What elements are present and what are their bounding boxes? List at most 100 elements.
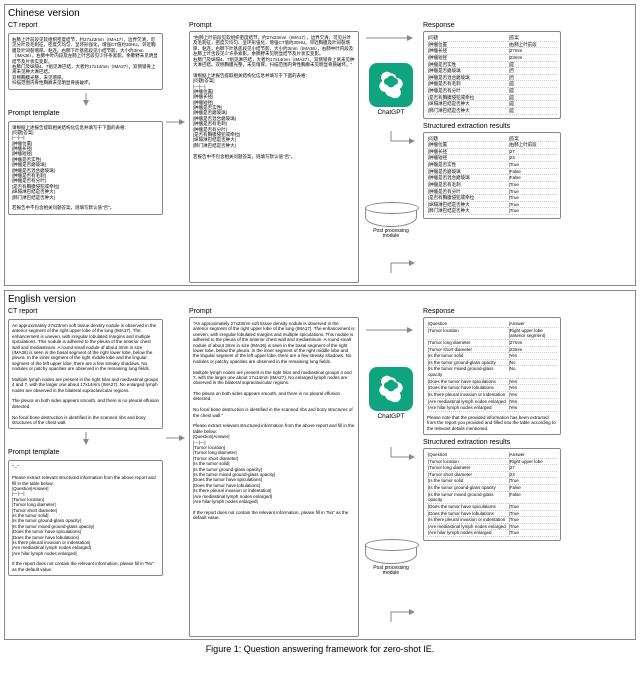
prompt-label: Prompt (189, 308, 359, 315)
table-cell: |肿瘤是否有分叶 (427, 88, 508, 95)
table-cell: |True (508, 504, 557, 511)
prompt-text: "An approximately 27x23mm soft tissue de… (193, 321, 355, 520)
table-row: |Does the tumor have spiculations|True (427, 504, 557, 511)
table-cell: |Right upper lobe (anterior segment) (508, 328, 557, 340)
table-row: |Is there pleural invasion or indentatio… (427, 392, 557, 399)
table-cell: |Is there pleural invasion or indentatio… (427, 517, 508, 524)
table-row: |Is the tumor solid|True (427, 478, 557, 485)
response-box-cn: |问题|答案|肿瘤位置|右肺上叶前段|肿瘤长径|27mm|肿瘤短径|23mm|肿… (423, 31, 561, 119)
arrow-down-icon (8, 432, 163, 446)
table-cell: |Are mediastinal lymph nodes enlarged (427, 524, 508, 531)
table-row: |Tumor long diameter|27mm (427, 340, 557, 347)
table-cell: |True (508, 530, 557, 537)
table-row: |肺门淋巴结是否肿大|True (427, 208, 557, 215)
table-cell: |True (508, 202, 557, 209)
table-row: |问题|答案 (427, 35, 557, 42)
table-cell: |Does the tumor have spiculations (427, 379, 508, 386)
table-row: |Tumor location|Right upper lobe (427, 459, 557, 466)
prompt-template-box-en: "..." Please extract relevant structured… (8, 460, 163, 576)
table-row: |肿瘤是否实性|True (427, 162, 557, 169)
table-cell: |False (508, 485, 557, 492)
table-cell: |Answer (508, 321, 557, 328)
table-row: |肿瘤是否有毛刺|True (427, 182, 557, 189)
table-cell: |是 (508, 88, 557, 95)
table-cell: |True (508, 511, 557, 518)
table-cell: |True (508, 162, 557, 169)
table-cell: |Tumor long diameter (427, 340, 508, 347)
table-row: |Is the tumor solid|Yes (427, 353, 557, 360)
connector (166, 22, 186, 283)
postproc-icon (365, 207, 417, 227)
table-cell: |肿瘤是否实性 (427, 162, 508, 169)
table-cell: |右肺上叶前段 (508, 142, 557, 149)
table-cell: |Yes (508, 379, 557, 386)
table-cell: |肿瘤短径 (427, 155, 508, 162)
connector (166, 308, 186, 637)
table-cell: |肿瘤位置 (427, 142, 508, 149)
table-cell: |Yes (508, 385, 557, 392)
table-row: |肿瘤位置|右肺上叶前段 (427, 142, 557, 149)
table-row: |Is the tumor ground-glass opacity|No (427, 360, 557, 367)
response-box-en: |Question|Answer|Tumor location|Right up… (423, 317, 561, 435)
table-cell: |True (508, 195, 557, 202)
table-cell: |Are hilar lymph nodes enlarged (427, 405, 508, 412)
table-cell: |否 (508, 68, 557, 75)
ct-report-box-cn: 右肺上叶前段见软组织密度结节，约27x23mm（IMA17），边界欠清，可见分叶… (8, 33, 163, 90)
structured-label: Structured extraction results (423, 123, 561, 130)
table-cell: |False (508, 492, 557, 504)
table-row: |肿瘤是否有分叶|是 (427, 88, 557, 95)
response-note: Please note that the provided informatio… (427, 415, 557, 431)
table-cell: |Tumor long diameter (427, 465, 508, 472)
table-cell: |Are mediastinal lymph nodes enlarged (427, 399, 508, 406)
table-cell: |False (508, 175, 557, 182)
table-cell: |Answer (508, 452, 557, 459)
table-cell: |肺门淋巴结是否肿大 (427, 108, 508, 115)
ct-report-text: 右肺上叶前段见软组织密度结节，约27x23mm（IMA17），边界欠清，可见分叶… (12, 37, 159, 86)
ct-report-label: CT report (8, 22, 163, 29)
table-cell: |True (508, 524, 557, 531)
table-cell: |Tumor short diameter (427, 347, 508, 354)
table-cell: |True (508, 189, 557, 196)
flow-column: ChatGPT Post processing module (362, 22, 420, 283)
table-cell: |Is the tumor mixed ground-glass opacity (427, 492, 508, 504)
table-cell: |肿瘤长径 (427, 48, 508, 55)
table-cell: |Is the tumor solid (427, 353, 508, 360)
table-cell: |True (508, 517, 557, 524)
table-cell: |Is there pleural invasion or indentatio… (427, 392, 508, 399)
table-cell: |肿瘤短径 (427, 55, 508, 62)
table-row: |Is there pleural invasion or indentatio… (427, 517, 557, 524)
flow-column: ChatGPT Post processing module (362, 308, 420, 637)
table-row: |肿瘤短径|23mm (427, 55, 557, 62)
table-row: |是否有胸膜侵犯或牵拉|True (427, 195, 557, 202)
prompt-template-label: Prompt template (8, 110, 163, 117)
table-cell: |True (508, 182, 557, 189)
table-row: |Is the tumor mixed ground-glass opacity… (427, 492, 557, 504)
table-row: |肿瘤是否磨玻璃|否 (427, 68, 557, 75)
table-cell: |Yes (508, 353, 557, 360)
table-cell: |Right upper lobe (508, 459, 557, 466)
table-cell: |纵隔淋巴结是否肿大 (427, 101, 508, 108)
ct-report-label: CT report (8, 308, 163, 315)
arrow-down-icon (8, 93, 163, 107)
table-cell: |Are hilar lymph nodes enlarged (427, 530, 508, 537)
table-row: |Is the tumor ground-glass opacity|False (427, 485, 557, 492)
table-cell: |是 (508, 108, 557, 115)
table-cell: |Tumor location (427, 459, 508, 466)
table-row: |Tumor short diameter|23 (427, 472, 557, 479)
ct-report-box-en: An approximately 27x23mm soft tissue den… (8, 319, 163, 429)
table-cell: |27mm (508, 340, 557, 347)
prompt-template-box-cn: 请根据上述报告提取相关结构化信息并填写于下面的表格： |问题|答案| |---|… (8, 121, 163, 215)
table-cell: |No (508, 366, 557, 378)
table-cell: |Yes (508, 405, 557, 412)
table-cell: |No (508, 360, 557, 367)
prompt-template-text: "..." Please extract relevant structured… (12, 464, 159, 572)
prompt-template-text: 请根据上述报告提取相关结构化信息并填写于下面的表格： |问题|答案| |---|… (12, 125, 159, 211)
structured-box-cn: |问题|答案|肿瘤位置|右肺上叶前段|肿瘤长径|27|肿瘤短径|23|肿瘤是否实… (423, 132, 561, 220)
table-cell: |27 (508, 149, 557, 156)
prompt-box-cn: "右肺上叶前段见软组织密度结节，约27x23mm（IMA17），边界欠清，可见分… (189, 31, 359, 283)
structured-label: Structured extraction results (423, 439, 561, 446)
table-cell: |23mm (508, 347, 557, 354)
table-cell: |肿瘤是否混合磨玻璃 (427, 175, 508, 182)
table-row: |Are mediastinal lymph nodes enlarged|Ye… (427, 399, 557, 406)
table-cell: |是 (508, 81, 557, 88)
